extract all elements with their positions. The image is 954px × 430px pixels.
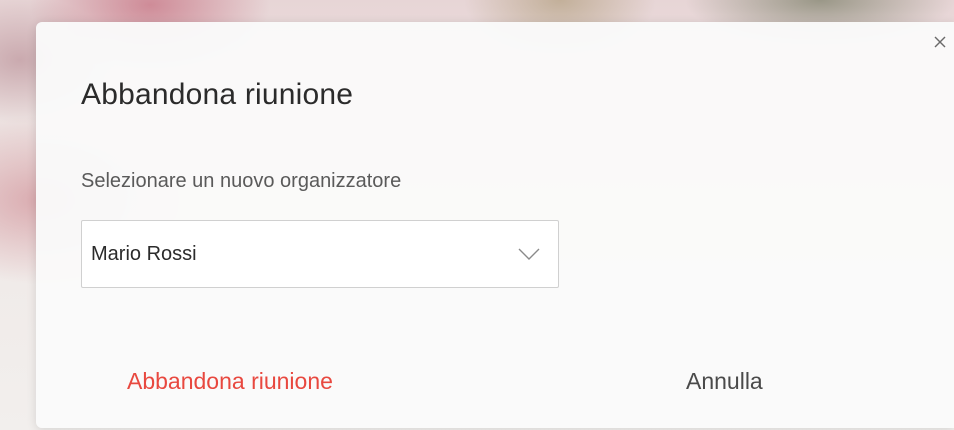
dialog-title: Abbandona riunione (81, 78, 354, 111)
leave-meeting-button[interactable]: Abbandona riunione (127, 368, 333, 395)
cancel-button[interactable]: Annulla (686, 368, 763, 395)
organizer-select-value: Mario Rossi (91, 243, 197, 265)
chevron-down-icon (518, 247, 540, 261)
organizer-label: Selezionare un nuovo organizzatore (81, 170, 402, 192)
close-icon[interactable] (932, 34, 948, 50)
leave-meeting-dialog: Abbandona riunione Selezionare un nuovo … (36, 22, 954, 428)
organizer-select[interactable]: Mario Rossi (81, 220, 559, 288)
